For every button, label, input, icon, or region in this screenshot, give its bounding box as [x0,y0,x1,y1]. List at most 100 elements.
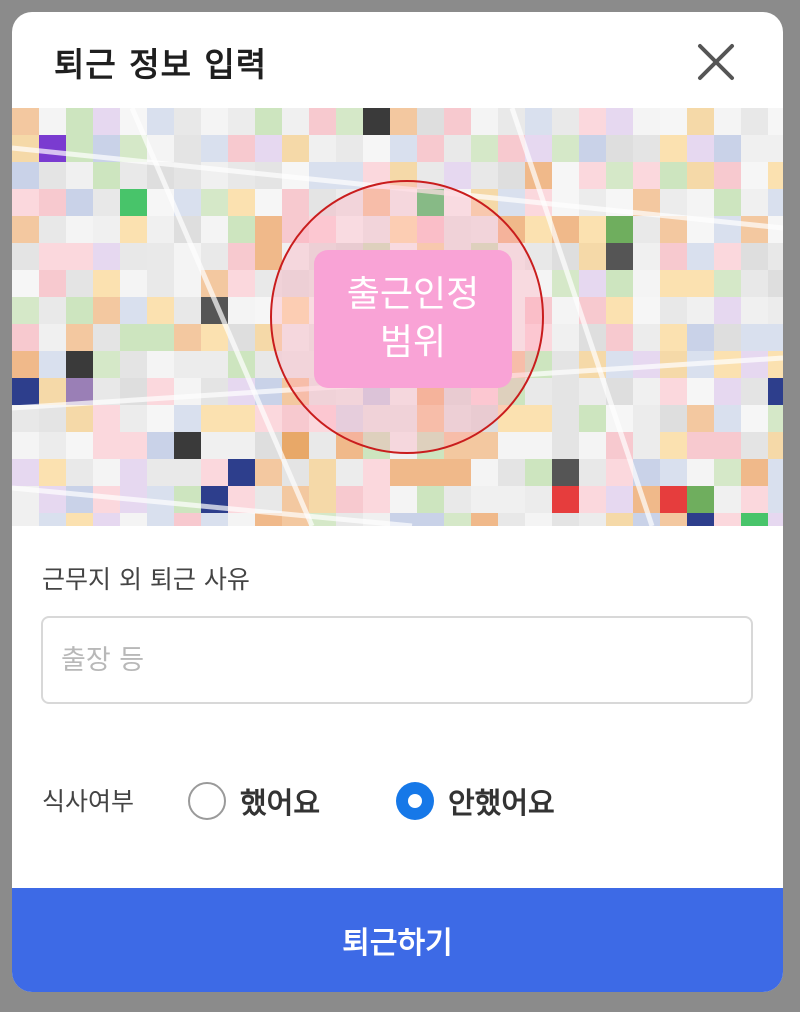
map-tile [525,378,552,405]
map-tile [444,108,471,135]
map-tile [741,135,768,162]
map-tile [768,405,783,432]
map-tile [147,270,174,297]
map-tile [147,405,174,432]
map-tile [768,270,783,297]
map-tile [660,405,687,432]
map-tile [12,162,39,189]
map-tile [282,189,309,216]
dialog-title: 퇴근 정보 입력 [54,45,268,84]
map-tile [741,189,768,216]
map-tile [687,108,714,135]
radio-unselected-icon [188,782,226,820]
map-tile [498,513,525,526]
meal-option-no[interactable]: 안했어요 [396,780,555,822]
map-tile [120,432,147,459]
map-tile [714,513,741,526]
map-tile [552,378,579,405]
map-tile [687,162,714,189]
map-tile [12,108,39,135]
map-tile [768,108,783,135]
map-tile [552,432,579,459]
map-tile [525,405,552,432]
map-tile [147,216,174,243]
location-map[interactable]: 출근인정 범위 [12,108,783,526]
map-tile [282,432,309,459]
map-tile [39,432,66,459]
map-tile [552,405,579,432]
map-tile [39,243,66,270]
meal-option-yes[interactable]: 했어요 [188,780,320,822]
map-tile [174,486,201,513]
checkout-button[interactable]: 퇴근하기 [12,888,783,992]
map-tile [120,297,147,324]
close-button[interactable] [696,42,736,82]
map-tile [228,189,255,216]
map-tile [174,297,201,324]
map-tile [579,513,606,526]
map-tile [633,297,660,324]
map-tile [336,135,363,162]
map-tile [714,135,741,162]
map-tile [201,243,228,270]
map-tile [444,135,471,162]
map-tile [174,432,201,459]
map-tile [606,513,633,526]
map-tile [714,324,741,351]
map-tile [39,459,66,486]
map-tile [417,108,444,135]
map-tile [174,324,201,351]
map-tile [579,486,606,513]
reason-input[interactable] [41,616,753,704]
map-tile [147,243,174,270]
map-tile [579,432,606,459]
map-tile [633,162,660,189]
map-tile [174,135,201,162]
map-tile [687,297,714,324]
map-tile [579,459,606,486]
map-tile [417,513,444,526]
map-tile [714,108,741,135]
map-tile [201,216,228,243]
map-tile [768,324,783,351]
map-tile [687,513,714,526]
map-tile [93,324,120,351]
map-tile [255,486,282,513]
map-tile [633,216,660,243]
map-tile [66,405,93,432]
map-tile [174,108,201,135]
map-tile [228,270,255,297]
map-tile [147,108,174,135]
map-tile [66,324,93,351]
radio-selected-icon [396,782,434,820]
map-tile [120,405,147,432]
map-tile [39,513,66,526]
map-tile [498,432,525,459]
map-tile [471,486,498,513]
map-tile [768,135,783,162]
map-tile [174,351,201,378]
map-tile [66,270,93,297]
map-tile [633,108,660,135]
map-tile [201,108,228,135]
map-tile [147,459,174,486]
map-tile [633,378,660,405]
map-tile [39,108,66,135]
map-tile [579,135,606,162]
map-tile [66,351,93,378]
map-tile [66,108,93,135]
map-tile [309,162,336,189]
map-tile [66,189,93,216]
map-tile [120,216,147,243]
map-tile [660,459,687,486]
map-tile [120,513,147,526]
map-tile [741,108,768,135]
map-tile [768,297,783,324]
map-tile [525,513,552,526]
map-tile [525,108,552,135]
map-tile [93,432,120,459]
map-tile [714,270,741,297]
map-tile [444,486,471,513]
map-tile [768,486,783,513]
map-tile [120,243,147,270]
